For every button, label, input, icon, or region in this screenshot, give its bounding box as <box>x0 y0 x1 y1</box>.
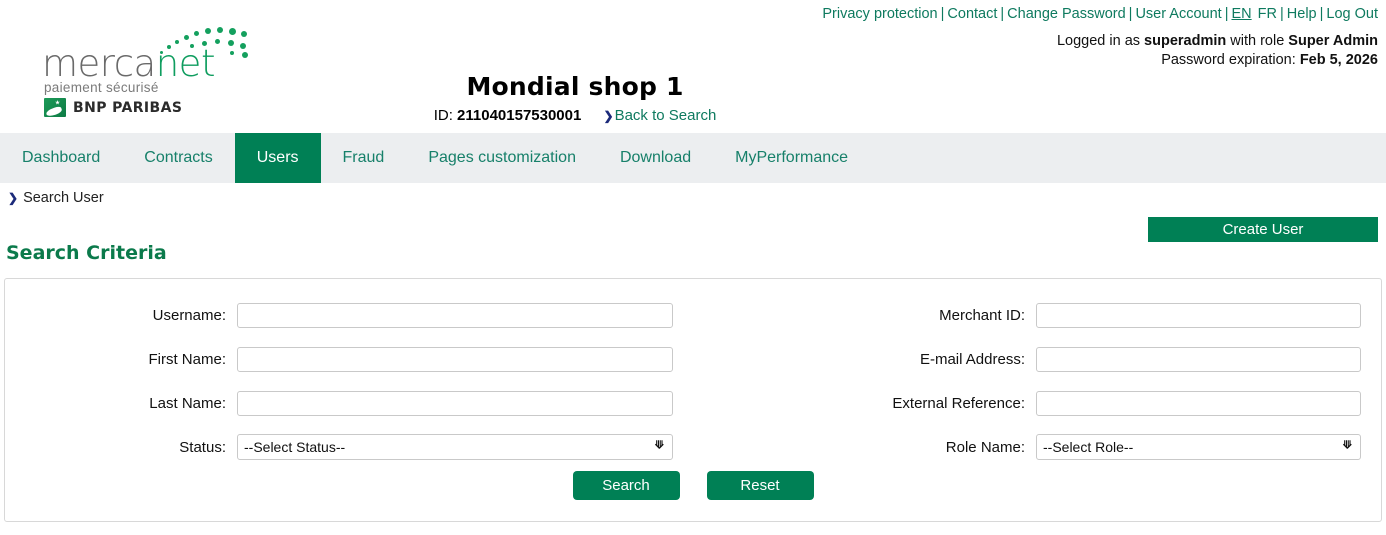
field-row-external-reference: External Reference: <box>695 381 1383 425</box>
first-name-input[interactable] <box>237 346 673 372</box>
link-change-password[interactable]: Change Password <box>1007 6 1126 22</box>
label-external-reference: External Reference: <box>892 394 1025 412</box>
page-title-block: Mondial shop 1 ID: 211040157530001 ❯Back… <box>0 72 1150 124</box>
link-separator: | <box>1000 6 1005 22</box>
field-row-first-name: First Name: <box>5 337 695 381</box>
back-to-search-link[interactable]: ❯Back to Search <box>604 107 717 124</box>
search-criteria-panel: Username: First Name: Last Name: Status:… <box>4 278 1382 522</box>
create-user-button[interactable]: Create User <box>1148 217 1378 242</box>
form-column-right: Merchant ID: E-mail Address: External Re… <box>695 293 1383 469</box>
field-row-email-address: E-mail Address: <box>695 337 1383 381</box>
field-row-role-name: Role Name: --Select Role-- ⟱ <box>695 425 1383 469</box>
tab-download[interactable]: Download <box>598 133 713 183</box>
breadcrumb: ❯ Search User <box>8 190 104 206</box>
link-help[interactable]: Help <box>1287 6 1317 22</box>
tab-myperformance[interactable]: MyPerformance <box>713 133 870 183</box>
page-title: Mondial shop 1 <box>466 72 684 101</box>
field-row-status: Status: --Select Status-- ⟱ <box>5 425 695 469</box>
section-heading-search-criteria: Search Criteria <box>6 242 167 264</box>
logged-in-username: superadmin <box>1144 33 1227 49</box>
link-privacy-protection[interactable]: Privacy protection <box>822 6 937 22</box>
label-status: Status: <box>179 438 226 456</box>
logged-in-mid: with role <box>1226 33 1289 49</box>
last-name-input[interactable] <box>237 390 673 416</box>
tab-contracts[interactable]: Contracts <box>122 133 234 183</box>
status-select[interactable]: --Select Status-- <box>237 434 673 460</box>
logged-in-role: Super Admin <box>1288 33 1378 49</box>
link-separator: | <box>1319 6 1324 22</box>
merchant-id-input[interactable] <box>1036 302 1361 328</box>
link-separator: | <box>940 6 945 22</box>
label-username: Username: <box>152 306 226 324</box>
shop-id-label: ID: <box>433 107 458 124</box>
link-lang-en[interactable]: EN <box>1231 6 1251 22</box>
link-contact[interactable]: Contact <box>947 6 997 22</box>
label-merchant-id: Merchant ID: <box>939 306 1025 324</box>
chevron-right-icon: ❯ <box>603 109 614 123</box>
email-address-input[interactable] <box>1036 346 1361 372</box>
role-name-select-wrap: --Select Role-- ⟱ <box>1036 434 1361 460</box>
label-last-name: Last Name: <box>149 394 226 412</box>
status-select-wrap: --Select Status-- ⟱ <box>237 434 673 460</box>
link-lang-fr[interactable]: FR <box>1258 6 1277 22</box>
field-row-username: Username: <box>5 293 695 337</box>
session-info: Logged in as superadmin with role Super … <box>1057 32 1378 70</box>
link-separator: | <box>1128 6 1133 22</box>
tab-dashboard[interactable]: Dashboard <box>0 133 122 183</box>
logged-in-line: Logged in as superadmin with role Super … <box>1057 32 1378 51</box>
tab-fraud[interactable]: Fraud <box>321 133 407 183</box>
password-expiration-line: Password expiration: Feb 5, 2026 <box>1057 51 1378 70</box>
page-root: Privacy protection | Contact | Change Passwo… <box>0 0 1386 535</box>
field-row-merchant-id: Merchant ID: <box>695 293 1383 337</box>
search-button[interactable]: Search <box>572 471 680 500</box>
tab-pages-customization[interactable]: Pages customization <box>406 133 598 183</box>
label-email-address: E-mail Address: <box>919 350 1025 368</box>
back-to-search-label: Back to Search <box>614 107 717 124</box>
username-input[interactable] <box>237 302 673 328</box>
field-row-last-name: Last Name: <box>5 381 695 425</box>
main-navigation: Dashboard Contracts Users Fraud Pages cu… <box>0 133 1386 183</box>
breadcrumb-item-search-user[interactable]: Search User <box>23 190 104 206</box>
form-actions: Search Reset <box>5 471 1381 500</box>
label-first-name: First Name: <box>148 350 226 368</box>
logged-in-prefix: Logged in as <box>1056 33 1145 49</box>
link-log-out[interactable]: Log Out <box>1326 6 1378 22</box>
chevron-right-icon: ❯ <box>8 191 19 205</box>
link-separator: | <box>1280 6 1284 22</box>
shop-id-value: 211040157530001 <box>457 107 582 124</box>
tab-users[interactable]: Users <box>234 133 321 183</box>
external-reference-input[interactable] <box>1036 390 1361 416</box>
form-column-left: Username: First Name: Last Name: Status:… <box>5 293 695 469</box>
password-expiration-label: Password expiration: <box>1161 52 1300 68</box>
label-role-name: Role Name: <box>945 438 1025 456</box>
reset-button[interactable]: Reset <box>706 471 814 500</box>
utility-links: Privacy protection | Contact | Change Passwo… <box>822 6 1378 22</box>
password-expiration-value: Feb 5, 2026 <box>1299 52 1378 68</box>
role-name-select[interactable]: --Select Role-- <box>1036 434 1361 460</box>
link-user-account[interactable]: User Account <box>1135 6 1221 22</box>
shop-id-line: ID: 211040157530001 ❯Back to Search <box>0 107 1150 124</box>
